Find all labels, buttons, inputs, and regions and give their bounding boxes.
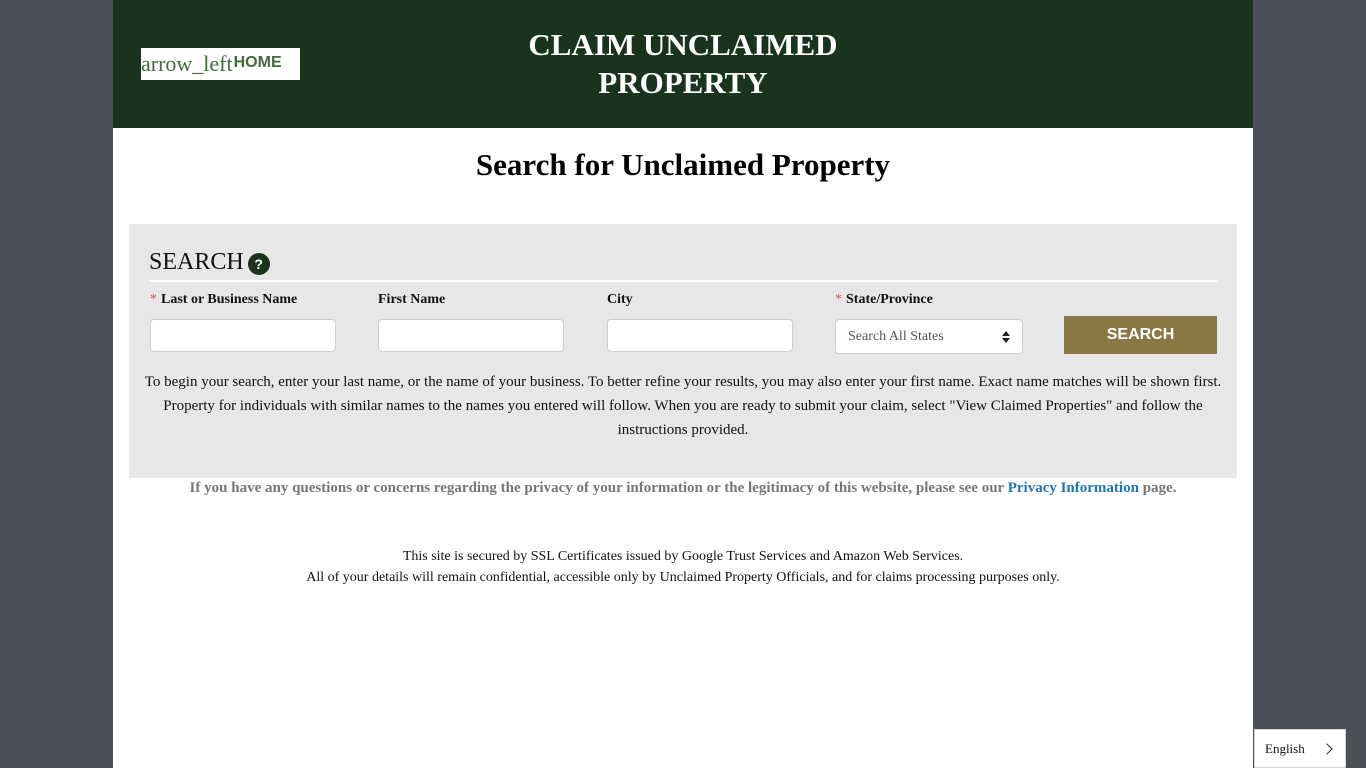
page-container: arrow_left HOME CLAIM UNCLAIMED PROPERTY… bbox=[113, 0, 1253, 768]
state-select[interactable]: Search All States bbox=[835, 319, 1023, 354]
required-marker: * bbox=[835, 292, 842, 307]
search-panel: SEARCH ? * Last or Business Name First Na… bbox=[129, 224, 1237, 478]
site-title-line2: PROPERTY bbox=[598, 65, 768, 100]
last-name-input[interactable] bbox=[150, 319, 336, 352]
privacy-note: If you have any questions or concerns re… bbox=[113, 478, 1253, 498]
site-title-line1: CLAIM UNCLAIMED bbox=[528, 27, 838, 62]
search-title-text: SEARCH bbox=[149, 249, 244, 275]
city-input[interactable] bbox=[607, 319, 793, 352]
search-instructions: To begin your search, enter your last na… bbox=[144, 374, 1222, 438]
last-name-label: * Last or Business Name bbox=[150, 292, 297, 308]
privacy-text-after: page. bbox=[1138, 480, 1177, 496]
arrow-left-icon: arrow_left bbox=[141, 51, 233, 76]
section-divider bbox=[149, 280, 1217, 282]
ssl-notice: This site is secured by SSL Certificates… bbox=[113, 546, 1253, 588]
help-icon[interactable]: ? bbox=[247, 253, 270, 275]
first-name-label: First Name bbox=[378, 292, 446, 307]
privacy-text-before: If you have any questions or concerns re… bbox=[189, 480, 1008, 496]
sort-updown-icon bbox=[1002, 330, 1010, 344]
search-section-title: SEARCH ? bbox=[149, 248, 270, 276]
page-title: Search for Unclaimed Property bbox=[475, 147, 891, 182]
privacy-information-link[interactable]: Privacy Information bbox=[1008, 480, 1139, 496]
state-label: * State/Province bbox=[835, 292, 933, 308]
chevron-right-icon bbox=[1321, 742, 1333, 755]
first-name-input[interactable] bbox=[378, 319, 564, 352]
ssl-line-2: All of your details will remain confiden… bbox=[306, 570, 1060, 585]
search-button[interactable]: SEARCH bbox=[1064, 316, 1217, 354]
language-selector[interactable]: English bbox=[1254, 729, 1346, 768]
city-label: City bbox=[607, 292, 633, 307]
required-marker: * bbox=[150, 292, 157, 307]
home-label: HOME bbox=[233, 54, 282, 71]
ssl-line-1: This site is secured by SSL Certificates… bbox=[402, 549, 964, 564]
state-label-text: State/Province bbox=[846, 292, 933, 307]
language-label: English bbox=[1265, 740, 1305, 756]
site-title: CLAIM UNCLAIMED PROPERTY bbox=[483, 26, 883, 102]
state-select-value: Search All States bbox=[848, 328, 944, 344]
home-button[interactable]: arrow_left HOME bbox=[141, 48, 300, 80]
header-banner: arrow_left HOME CLAIM UNCLAIMED PROPERTY bbox=[113, 0, 1253, 128]
last-name-label-text: Last or Business Name bbox=[161, 292, 298, 307]
